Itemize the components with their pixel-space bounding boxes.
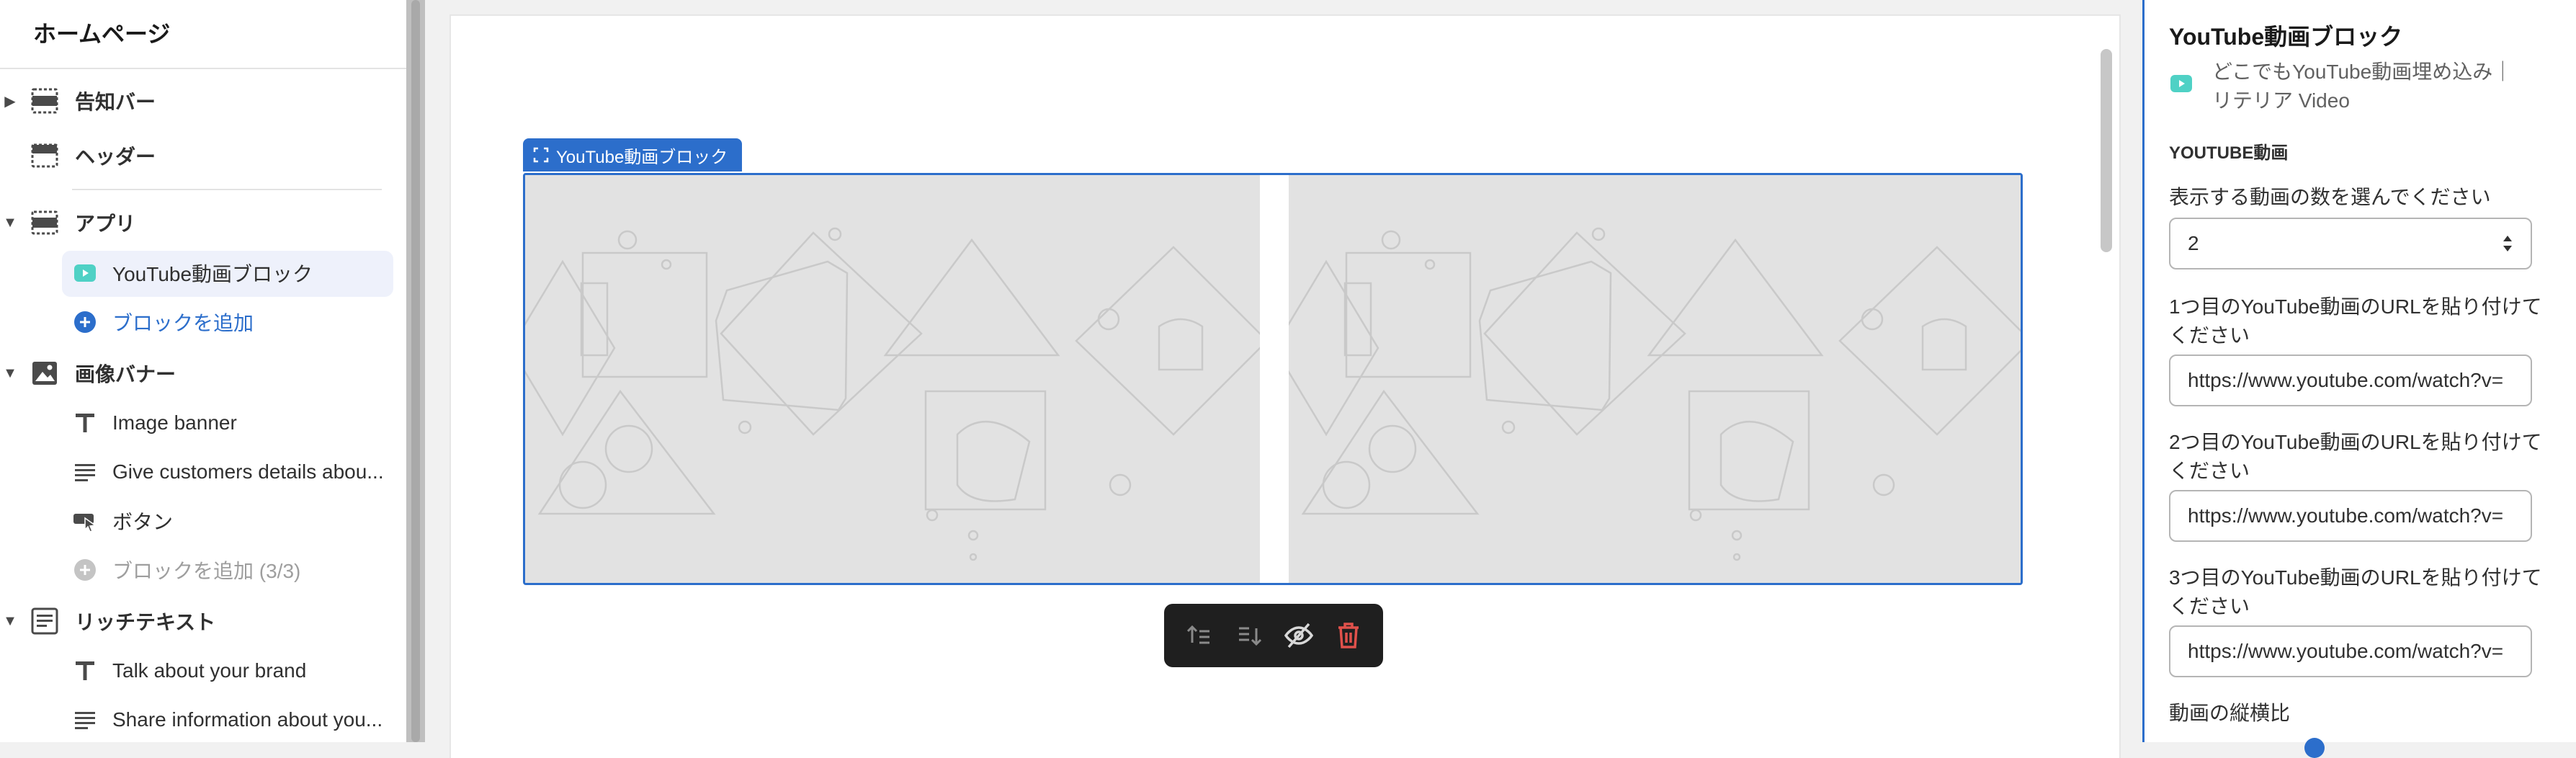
rich-text-icon bbox=[30, 607, 59, 636]
youtube-app-icon bbox=[71, 259, 99, 287]
block-label: YouTube動画ブロック bbox=[112, 263, 313, 285]
text-t-icon bbox=[71, 656, 99, 685]
video-count-label: 表示する動画の数を選んでください bbox=[2169, 186, 2491, 208]
section-rich-text[interactable]: ▼ リッチテキスト bbox=[0, 600, 215, 642]
app-name-link[interactable]: どこでもYouTube動画埋め込み｜リテリア Video bbox=[2212, 58, 2529, 115]
section-layout-icon bbox=[30, 86, 59, 115]
add-block-label: ブロックを追加 (3/3) bbox=[112, 560, 301, 582]
section-label: リッチテキスト bbox=[75, 611, 216, 633]
block-image-banner-heading[interactable]: Image banner bbox=[71, 402, 237, 444]
url2-label: 2つ目のYouTube動画のURLを貼り付けてください bbox=[2169, 431, 2542, 482]
caret-down-icon[interactable]: ▼ bbox=[0, 365, 20, 382]
block-label: Share information about you... bbox=[112, 708, 383, 731]
paragraph-icon bbox=[71, 458, 99, 486]
move-up-button[interactable] bbox=[1179, 615, 1220, 656]
video-placeholder-1 bbox=[525, 175, 1269, 583]
delete-button[interactable] bbox=[1328, 615, 1369, 656]
section-label: ヘッダー bbox=[75, 146, 156, 168]
section-label: 画像バナー bbox=[75, 363, 176, 385]
text-t-icon bbox=[71, 409, 99, 437]
app-section-icon bbox=[30, 208, 59, 237]
url3-input[interactable] bbox=[2169, 625, 2532, 677]
video-count-value: 2 bbox=[2188, 232, 2199, 254]
youtube-app-icon bbox=[2170, 75, 2192, 96]
select-chevron-icon bbox=[2502, 234, 2513, 253]
block-button[interactable]: ボタン bbox=[71, 500, 173, 542]
block-label: Image banner bbox=[112, 411, 237, 434]
block-rich-text-heading[interactable]: Talk about your brand bbox=[71, 650, 306, 692]
move-up-icon bbox=[1186, 625, 1209, 644]
section-apps[interactable]: ▼ アプリ bbox=[0, 202, 135, 244]
block-label: ボタン bbox=[112, 511, 174, 533]
url1-label: 1つ目のYouTube動画のURLを貼り付けてください bbox=[2169, 295, 2542, 347]
block-image-banner-text[interactable]: Give customers details abou... bbox=[71, 451, 384, 493]
preview-scrollbar[interactable] bbox=[2101, 49, 2112, 252]
add-circle-icon bbox=[71, 308, 99, 336]
aspect-ratio-slider-knob[interactable] bbox=[2304, 738, 2325, 758]
image-icon bbox=[30, 359, 59, 388]
sidebar-scrollbar[interactable] bbox=[406, 0, 425, 742]
move-down-button[interactable] bbox=[1229, 615, 1269, 656]
block-tag-label: YouTube動画ブロック bbox=[556, 147, 728, 167]
add-block-label: ブロックを追加 bbox=[112, 312, 254, 334]
caret-down-icon[interactable]: ▼ bbox=[0, 613, 20, 630]
url1-input[interactable] bbox=[2169, 355, 2532, 406]
section-heading: YOUTUBE動画 bbox=[2169, 143, 2289, 163]
video-placeholder-2 bbox=[1273, 175, 2021, 583]
add-circle-icon bbox=[71, 556, 99, 584]
section-label: アプリ bbox=[75, 213, 136, 235]
block-settings-panel: YouTube動画ブロック どこでもYouTube動画埋め込み｜リテリア Vid… bbox=[2142, 0, 2576, 758]
block-action-toolbar bbox=[1164, 604, 1383, 667]
sections-sidebar: ホームページ ▶ 告知バー ヘッダー ▼ アプリ YouTube動画ブロック ブ… bbox=[0, 0, 406, 742]
section-label: 告知バー bbox=[75, 91, 156, 113]
frame-select-icon bbox=[533, 147, 549, 163]
caret-right-icon[interactable]: ▶ bbox=[0, 92, 20, 110]
section-image-banner[interactable]: ▼ 画像バナー bbox=[0, 352, 176, 394]
url2-input[interactable] bbox=[2169, 490, 2532, 542]
youtube-block-preview[interactable] bbox=[523, 173, 2023, 585]
caret-down-icon[interactable]: ▼ bbox=[0, 215, 20, 231]
block-rich-text-text[interactable]: Share information about you... bbox=[71, 699, 383, 741]
section-announcement-bar[interactable]: ▶ 告知バー bbox=[0, 80, 156, 122]
paragraph-icon bbox=[71, 705, 99, 734]
section-header[interactable]: ヘッダー bbox=[0, 135, 156, 177]
block-label: Give customers details abou... bbox=[112, 460, 384, 483]
url3-label: 3つ目のYouTube動画のURLを貼り付けてください bbox=[2169, 566, 2542, 617]
add-block-button-apps[interactable]: ブロックを追加 bbox=[71, 301, 254, 343]
aspect-ratio-label: 動画の縦横比 bbox=[2169, 702, 2291, 724]
page-title: ホームページ bbox=[33, 21, 171, 47]
button-cursor-icon bbox=[71, 507, 99, 535]
hide-icon bbox=[1284, 623, 1313, 648]
block-selection-tag[interactable]: YouTube動画ブロック bbox=[523, 138, 743, 171]
block-label: Talk about your brand bbox=[112, 659, 307, 682]
add-block-button-banner: ブロックを追加 (3/3) bbox=[71, 549, 300, 591]
panel-title: YouTube動画ブロック bbox=[2169, 24, 2403, 50]
hide-button[interactable] bbox=[1279, 615, 1319, 656]
divider bbox=[0, 68, 406, 69]
header-layout-icon bbox=[30, 141, 59, 170]
divider bbox=[72, 189, 382, 190]
delete-icon bbox=[1338, 623, 1359, 648]
move-down-icon bbox=[1238, 627, 1261, 646]
video-count-select[interactable]: 2 bbox=[2169, 218, 2532, 269]
block-youtube-video[interactable]: YouTube動画ブロック bbox=[71, 252, 313, 294]
